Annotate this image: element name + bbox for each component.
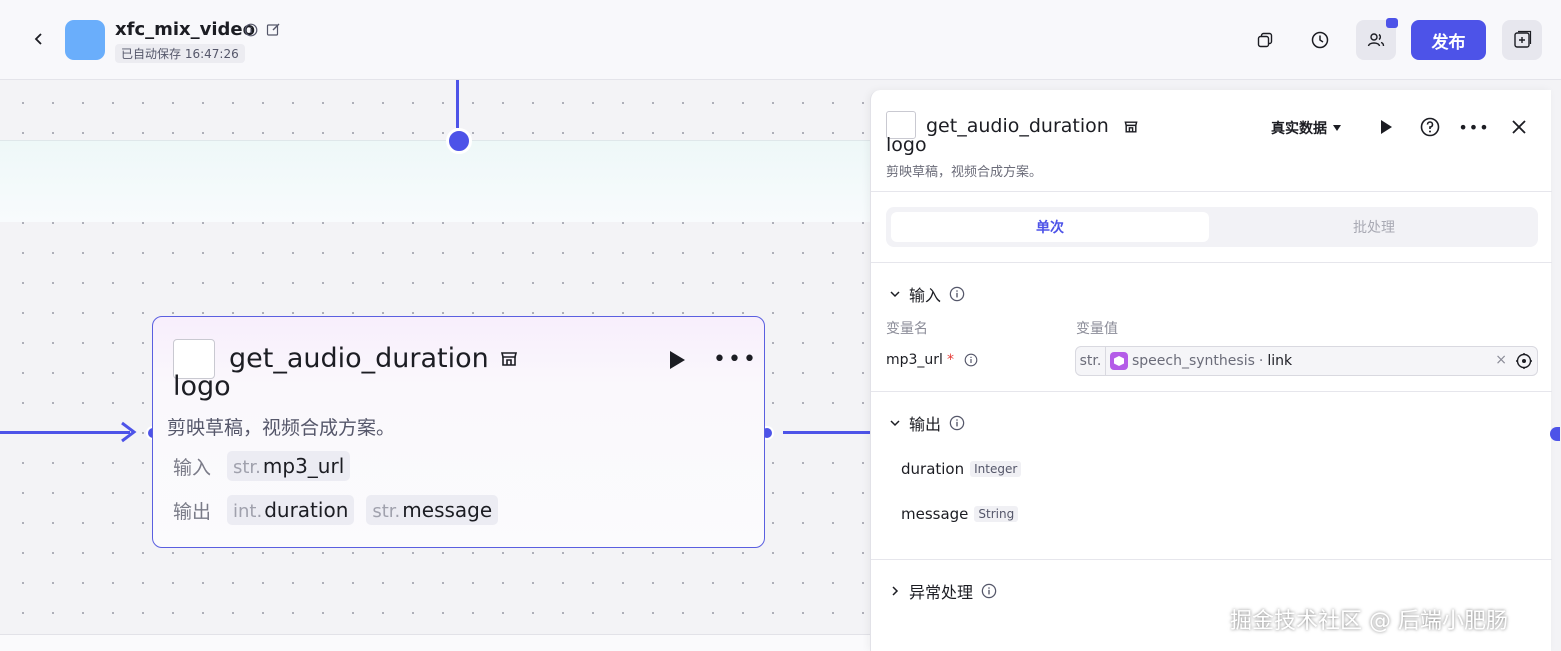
arrow-icon (121, 421, 137, 443)
info-icon[interactable] (964, 353, 978, 367)
group-band (0, 140, 870, 222)
output-var-row: message String (901, 505, 1019, 523)
node-description: 剪映草稿，视频合成方案。 (167, 417, 396, 439)
plugin-node-card[interactable]: logo get_audio_duration ••• 剪映草稿，视频合成方案。… (152, 316, 765, 548)
target-icon[interactable] (1515, 352, 1533, 370)
play-icon[interactable] (667, 349, 687, 371)
tab-single[interactable]: 单次 (891, 212, 1209, 242)
watermark: 掘金技术社区 @ 后端小肥肠 (1230, 609, 1508, 634)
top-port[interactable] (446, 128, 472, 154)
close-button[interactable] (1507, 115, 1531, 139)
copy-icon (1257, 32, 1273, 48)
chevron-right-icon (892, 586, 899, 596)
node-settings-panel: logo get_audio_duration 剪映草稿，视频合成方案。 真实数… (870, 90, 1552, 651)
node-input-label: 输入 (173, 456, 212, 479)
more-icon[interactable]: ••• (713, 347, 758, 372)
column-var-value: 变量值 (1076, 321, 1118, 337)
type-tag: Integer (970, 461, 1022, 477)
right-edge-port (1550, 427, 1560, 441)
info-icon[interactable] (949, 286, 965, 302)
users-icon (1367, 33, 1385, 47)
variable-reference[interactable]: speech_synthesis · link (1110, 352, 1292, 370)
divider (871, 391, 1552, 392)
node-input-pill: str. mp3_url (227, 451, 351, 481)
chevron-down-icon (1333, 125, 1341, 131)
output-var-row: duration Integer (901, 460, 1022, 478)
more-icon[interactable]: ••• (1458, 115, 1488, 139)
store-icon (1124, 121, 1138, 133)
divider (871, 191, 1552, 192)
close-icon (1512, 120, 1526, 134)
panel-description: 剪映草稿，视频合成方案。 (886, 165, 1043, 180)
node-output-pill: int. duration (227, 495, 355, 525)
notification-badge (1386, 18, 1398, 28)
node-output-label: 输出 (173, 500, 212, 523)
collaborators-button[interactable] (1356, 18, 1398, 60)
app-title: xfc_mix_video (115, 19, 256, 40)
edge-outgoing (783, 431, 870, 434)
publish-button[interactable]: 发布 (1411, 20, 1486, 60)
chevron-down-icon (890, 291, 900, 298)
run-button[interactable] (1374, 115, 1398, 139)
type-tag: String (974, 506, 1019, 522)
node-outputs-row: 输出 int. duration str. message (173, 495, 499, 525)
plugin-icon (1110, 352, 1128, 370)
canvas-bottom-strip (0, 634, 870, 651)
var-type-label: str. (1076, 347, 1106, 375)
column-var-name: 变量名 (886, 321, 928, 337)
history-icon (1311, 31, 1329, 49)
panel-title: get_audio_duration (926, 115, 1109, 137)
copy-button[interactable] (1245, 20, 1285, 60)
edge-top (456, 80, 459, 128)
data-source-select[interactable]: 真实数据 (1271, 118, 1342, 138)
help-button[interactable] (1418, 115, 1442, 139)
autosave-status: 已自动保存 16:47:26 (115, 44, 245, 63)
error-handling-section-header[interactable]: 异常处理 (889, 579, 997, 603)
tab-batch[interactable]: 批处理 (1216, 212, 1532, 242)
node-output-pill: str. message (366, 495, 499, 525)
help-icon (1420, 117, 1440, 137)
top-bar: xfc_mix_video 已自动保存 16:47:26 发布 (0, 0, 1561, 80)
edit-icon[interactable] (266, 22, 281, 41)
play-icon (1381, 120, 1392, 134)
node-inputs-row: 输入 str. mp3_url (173, 451, 351, 481)
divider (871, 262, 1552, 263)
output-section-header[interactable]: 输出 (889, 411, 965, 435)
title-actions (244, 22, 281, 41)
input-section-header[interactable]: 输入 (889, 282, 965, 306)
clear-icon[interactable]: × (1495, 352, 1507, 368)
app-icon (65, 20, 105, 60)
chevron-down-icon (890, 420, 900, 427)
edge-incoming (0, 431, 130, 434)
node-title: get_audio_duration (229, 343, 489, 374)
divider (871, 559, 1552, 560)
add-icon (1514, 30, 1532, 48)
store-icon (500, 352, 518, 366)
info-icon[interactable] (949, 415, 965, 431)
history-button[interactable] (1300, 20, 1340, 60)
workflow-canvas[interactable]: logo get_audio_duration ••• 剪映草稿，视频合成方案。… (0, 80, 870, 651)
info-icon[interactable] (244, 22, 258, 41)
panel-logo-alt-text: logo (886, 134, 927, 156)
input-var-value-field[interactable]: str. speech_synthesis · link × (1075, 346, 1538, 376)
node-logo-alt-text: logo (173, 371, 231, 402)
run-mode-tabs: 单次 批处理 (886, 207, 1538, 247)
info-icon[interactable] (981, 583, 997, 599)
back-icon[interactable] (28, 28, 50, 50)
add-button[interactable] (1502, 20, 1542, 60)
input-var-name: mp3_url * (886, 352, 978, 368)
